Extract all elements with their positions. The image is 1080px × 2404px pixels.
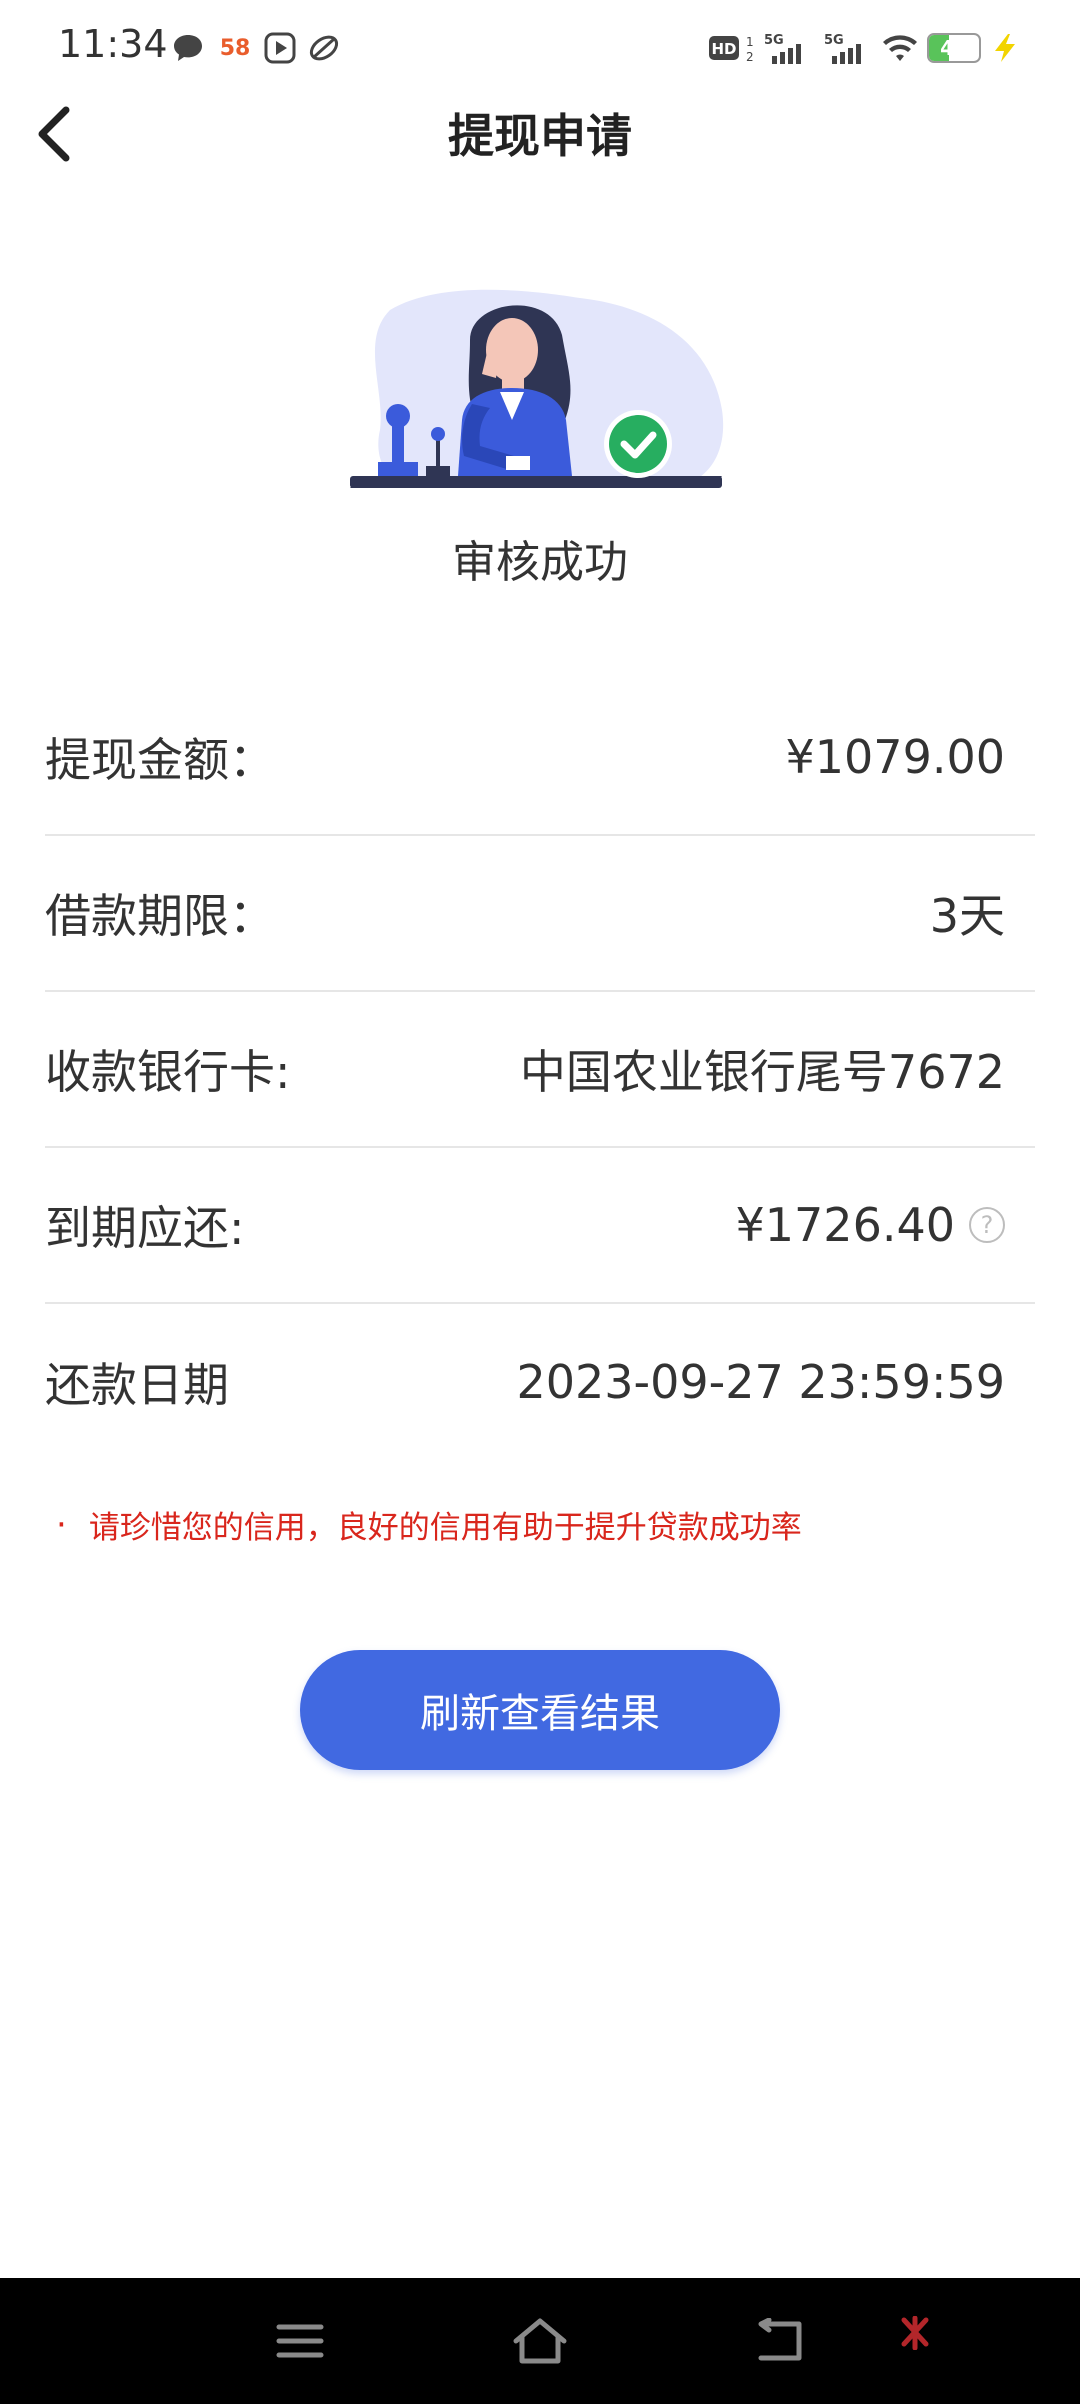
nav-menu-button[interactable]: [265, 2308, 335, 2374]
signal-label-2: 5G: [824, 33, 844, 48]
amount-value: ¥1079.00: [786, 730, 1006, 784]
withdraw-details: 提现金额： ¥1079.00 借款期限： 3天 收款银行卡: 中国农业银行尾号7…: [45, 680, 1035, 1460]
play-icon: [262, 30, 298, 66]
amount-label: 提现金额：: [45, 733, 275, 787]
notice-text: 请珍惜您的信用，良好的信用有助于提升贷款成功率: [88, 1510, 802, 1546]
help-question-icon[interactable]: ?: [969, 1207, 1005, 1243]
bank-card-value: 中国农业银行尾号7672: [520, 1036, 1005, 1102]
battery-level: 40: [940, 36, 968, 60]
menu-icon: [276, 2324, 324, 2358]
system-nav-bar: [0, 2278, 1080, 2404]
term-label: 借款期限：: [45, 889, 275, 943]
watermark-text: [938, 2326, 942, 2340]
review-success-illustration: [350, 289, 724, 488]
signal-5g-icon-2: 5G: [822, 30, 870, 66]
page-title: 提现申请: [448, 109, 632, 163]
home-icon: [513, 2318, 567, 2364]
svg-text:HD: HD: [711, 40, 736, 58]
detail-row-due-amount: 到期应还: ¥1726.40 ?: [45, 1148, 1035, 1304]
wifi-icon: [880, 30, 920, 66]
page: 11:34 58 HD 1 2 5G 5G 40 提现申请 审核成功 提现金额：…: [0, 0, 1080, 2404]
signal-label: 5G: [764, 33, 784, 48]
svg-text:1: 1: [746, 35, 754, 49]
battery-icon: 40: [926, 30, 982, 66]
bank-card-label: 收款银行卡:: [45, 1045, 291, 1099]
hd-icon: HD 1 2: [708, 30, 754, 66]
chat-icon: [170, 30, 206, 66]
svg-text:2: 2: [746, 50, 754, 64]
nav-home-button[interactable]: [505, 2308, 575, 2374]
review-status: 审核成功: [452, 537, 628, 588]
nav-back-button[interactable]: [745, 2308, 815, 2374]
refresh-result-button[interactable]: 刷新查看结果: [300, 1650, 780, 1770]
repay-date-value-text: 2023-09-27 23:59:59: [516, 1355, 1005, 1409]
bank-card-value-text: 中国农业银行尾号7672: [519, 1045, 1005, 1099]
due-amount-label: 到期应还:: [45, 1201, 245, 1255]
detail-row-bank-card: 收款银行卡: 中国农业银行尾号7672: [45, 992, 1035, 1148]
credit-notice: · 请珍惜您的信用，良好的信用有助于提升贷款成功率: [56, 1502, 802, 1547]
watermark-logo: [900, 2316, 942, 2350]
status-bar: 11:34 58 HD 1 2 5G 5G 40: [0, 0, 1080, 96]
app-58-icon: 58: [219, 35, 251, 61]
term-value-text: 3天: [929, 889, 1005, 943]
term-value: 3天: [930, 880, 1005, 946]
charging-bolt-icon: [988, 30, 1022, 66]
header: 提现申请: [0, 96, 1080, 192]
detail-row-term: 借款期限： 3天: [45, 836, 1035, 992]
repay-date-value: 2023-09-27 23:59:59: [516, 1355, 1005, 1409]
due-amount-value: ¥1726.40 ?: [735, 1198, 1005, 1252]
repay-date-label: 还款日期: [45, 1358, 229, 1412]
status-time: 11:34: [58, 22, 168, 66]
watermark-logo-icon: [901, 2316, 929, 2350]
detail-row-repay-date: 还款日期 2023-09-27 23:59:59: [45, 1304, 1035, 1460]
notice-bullet: ·: [56, 1504, 67, 1545]
leaf-icon: [306, 30, 342, 66]
detail-row-amount: 提现金额： ¥1079.00: [45, 680, 1035, 836]
amount-value-text: ¥1079.00: [785, 730, 1006, 784]
due-amount-value-text: ¥1726.40: [735, 1198, 956, 1252]
signal-5g-icon: 5G: [762, 30, 810, 66]
return-icon: [758, 2318, 802, 2361]
